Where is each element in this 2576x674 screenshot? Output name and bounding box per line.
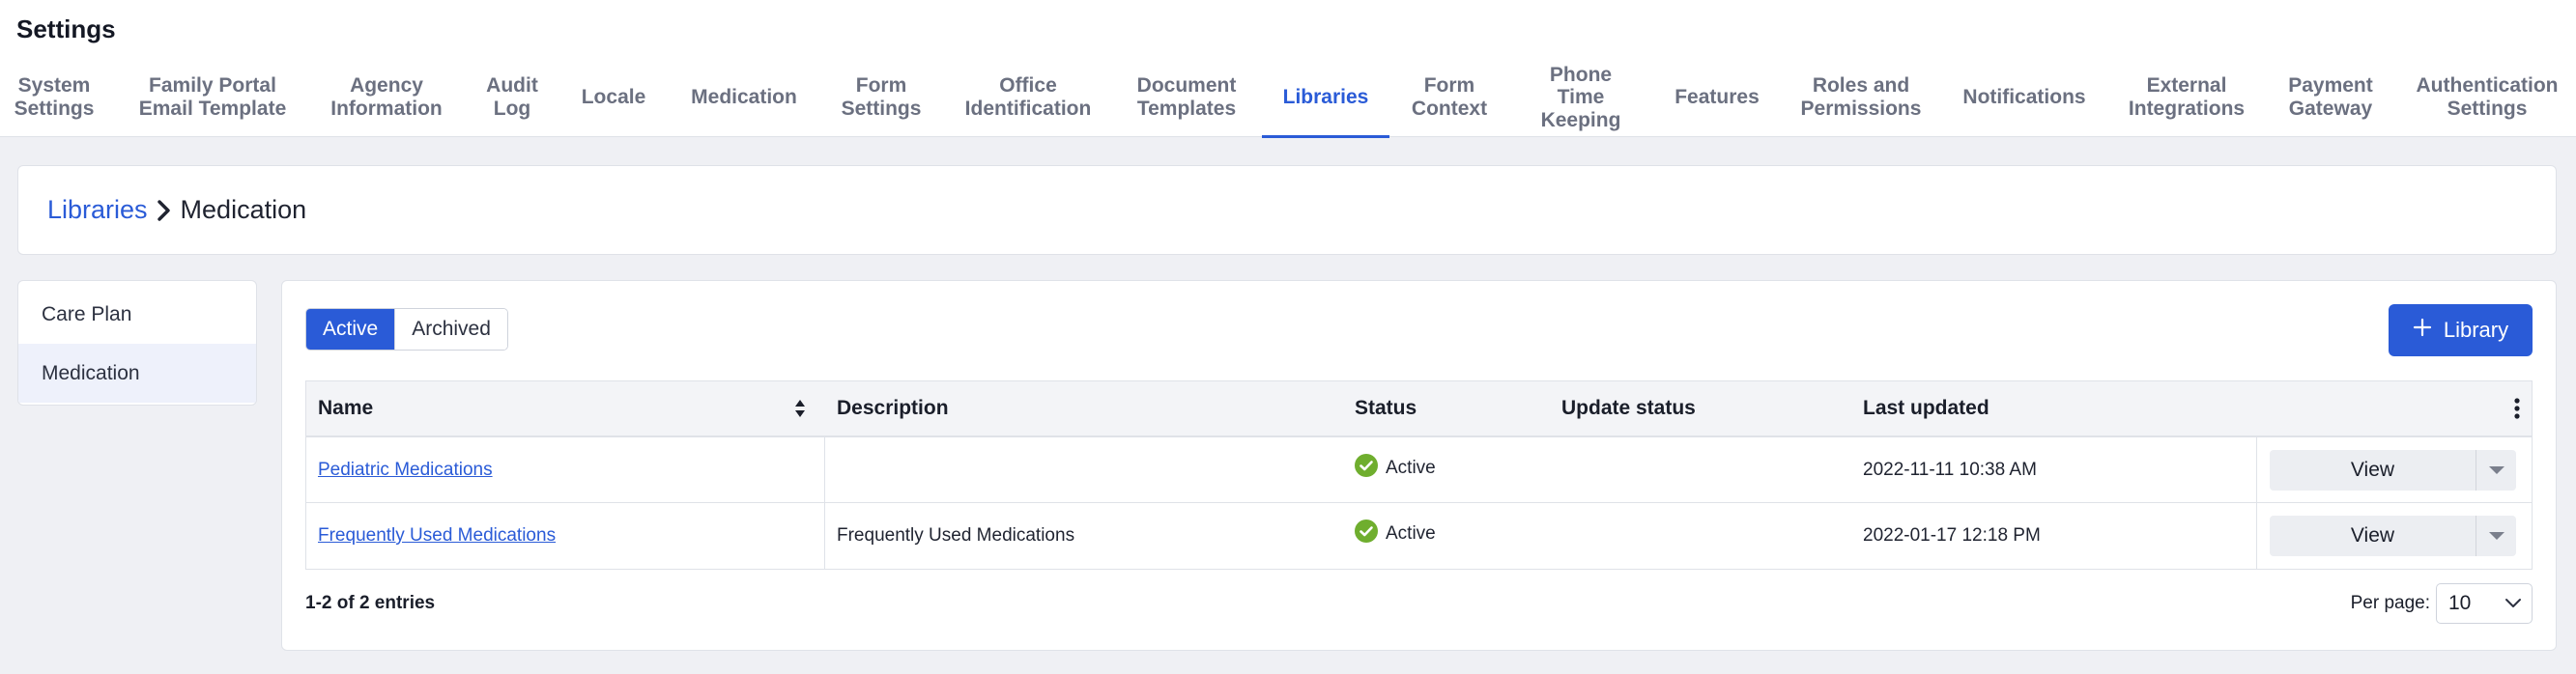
plus-icon: [2413, 318, 2432, 343]
column-options-icon[interactable]: [2513, 397, 2521, 425]
per-page-value: 10: [2448, 592, 2472, 614]
sidebar-item-care-plan[interactable]: Care Plan: [18, 285, 256, 344]
settings-header: Settings System Settings Family Portal E…: [0, 0, 2576, 138]
breadcrumb-current: Medication: [180, 195, 307, 224]
tab-form-context[interactable]: Form Context: [1401, 58, 1498, 137]
tab-form-settings[interactable]: Form Settings: [833, 58, 930, 137]
column-header-name[interactable]: Name: [318, 381, 373, 435]
library-name-link[interactable]: Pediatric Medications: [318, 460, 493, 481]
per-page-label: Per page:: [2350, 593, 2430, 613]
table-row: Frequently Used Medications Frequently U…: [306, 503, 2532, 569]
table-row: Pediatric Medications Active 2022-11-11 …: [306, 437, 2532, 503]
last-updated: 2022-01-17 12:18 PM: [1863, 525, 2041, 546]
tab-roles-and-permissions[interactable]: Roles and Permissions: [1793, 58, 1929, 137]
tab-document-templates[interactable]: Document Templates: [1121, 58, 1252, 137]
status-text: Active: [1386, 523, 1436, 544]
column-header-last-updated: Last updated: [1863, 397, 1989, 419]
tab-family-portal-email-template[interactable]: Family Portal Email Template: [132, 58, 293, 137]
active-filter-button[interactable]: Active: [306, 309, 395, 350]
settings-tabs: System Settings Family Portal Email Temp…: [0, 58, 2576, 138]
tab-system-settings[interactable]: System Settings: [0, 58, 108, 137]
tab-notifications[interactable]: Notifications: [1952, 58, 2097, 137]
row-action-group: View: [2270, 450, 2516, 491]
add-library-label: Library: [2443, 318, 2509, 342]
per-page-select[interactable]: 10: [2436, 583, 2533, 624]
row-action-group: View: [2270, 516, 2516, 556]
tab-agency-information[interactable]: Agency Information: [321, 58, 452, 137]
column-header-update-status: Update status: [1561, 397, 1696, 419]
status-filter-toggle: Active Archived: [305, 308, 508, 351]
tab-payment-gateway[interactable]: Payment Gateway: [2278, 58, 2383, 137]
library-description: Frequently Used Medications: [837, 525, 1075, 546]
view-button[interactable]: View: [2270, 516, 2476, 556]
libraries-table: Name Description Status Update status La…: [305, 380, 2533, 570]
library-name-link[interactable]: Frequently Used Medications: [318, 525, 556, 547]
sidebar-item-medication[interactable]: Medication: [18, 344, 256, 403]
entries-count: 1-2 of 2 entries: [305, 593, 436, 613]
library-type-sidebar: Care Plan Medication: [17, 280, 257, 406]
tab-features[interactable]: Features: [1662, 58, 1772, 137]
tab-audit-log[interactable]: Audit Log: [472, 58, 553, 137]
per-page-control: Per page: 10: [2351, 583, 2533, 624]
breadcrumb: Libraries Medication: [47, 195, 306, 225]
check-circle-icon: [1355, 454, 1378, 483]
check-circle-icon: [1355, 520, 1378, 548]
sort-icon[interactable]: [794, 399, 806, 423]
status-badge: Active: [1355, 520, 1436, 548]
table-header: Name Description Status Update status La…: [306, 381, 2532, 437]
archived-filter-button[interactable]: Archived: [394, 309, 507, 350]
tab-external-integrations[interactable]: External Integrations: [2116, 58, 2257, 137]
tab-locale[interactable]: Locale: [572, 58, 655, 137]
column-header-status: Status: [1355, 397, 1417, 419]
chevron-down-icon[interactable]: [2476, 516, 2516, 556]
last-updated: 2022-11-11 10:38 AM: [1863, 460, 2037, 480]
status-badge: Active: [1355, 454, 1436, 483]
chevron-right-icon: [157, 199, 171, 221]
tab-medication[interactable]: Medication: [676, 58, 812, 137]
breadcrumb-card: Libraries Medication: [17, 165, 2557, 255]
tab-office-identification[interactable]: Office Identification: [955, 58, 1102, 137]
add-library-button[interactable]: Library: [2389, 304, 2533, 356]
tab-authentication-settings[interactable]: Authentication Settings: [2402, 58, 2572, 137]
chevron-down-icon[interactable]: [2476, 450, 2516, 491]
view-button[interactable]: View: [2270, 450, 2476, 491]
breadcrumb-libraries-link[interactable]: Libraries: [47, 195, 148, 225]
status-text: Active: [1386, 458, 1436, 478]
tab-phone-time-keeping[interactable]: Phone Time Keeping: [1519, 58, 1643, 137]
chevron-down-icon: [2504, 592, 2522, 615]
tab-libraries[interactable]: Libraries: [1262, 58, 1389, 138]
column-header-description: Description: [837, 397, 949, 419]
page-title: Settings: [16, 14, 116, 43]
libraries-panel: Active Archived Library Name Description…: [281, 280, 2557, 651]
